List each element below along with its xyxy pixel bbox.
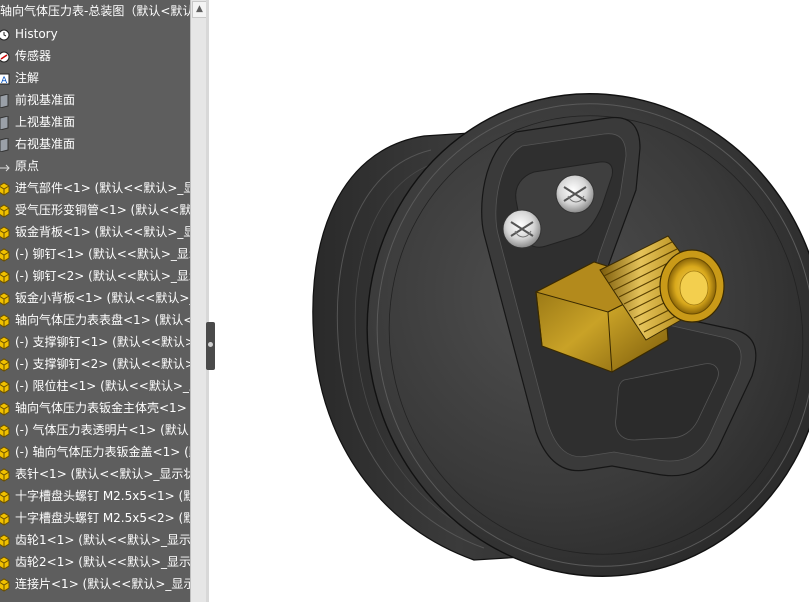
tree-item-label: (-) 轴向气体压力表钣金盖<1> (默 <box>15 445 190 459</box>
part-icon <box>0 313 10 328</box>
tree-item-label: 传感器 <box>15 49 52 63</box>
tree-item[interactable]: 原点 <box>0 155 190 177</box>
tree-item[interactable]: 十字槽盘头螺钉 M2.5x5<2> (默 <box>0 507 190 529</box>
screw-2 <box>502 209 542 249</box>
part-icon <box>0 225 10 240</box>
tree-item[interactable]: 十字槽盘头螺钉 M2.5x5<1> (默 <box>0 485 190 507</box>
part-icon <box>0 555 10 570</box>
tree-item-label: (-) 限位柱<1> (默认<<默认>_显 <box>15 379 190 393</box>
tree-scrollbar[interactable]: ▲ <box>190 0 207 602</box>
tree-item[interactable]: (-) 铆钉<1> (默认<<默认>_显示 <box>0 243 190 265</box>
tree-item-label: 前视基准面 <box>15 93 76 107</box>
tree-item[interactable]: (-) 轴向气体压力表钣金盖<1> (默 <box>0 441 190 463</box>
part-icon <box>0 181 10 196</box>
part-icon <box>0 489 10 504</box>
tree-item-label: (-) 铆钉<2> (默认<<默认>_显示 <box>15 269 190 283</box>
tree-item[interactable]: 齿轮1<1> (默认<<默认>_显示状 <box>0 529 190 551</box>
tree-item[interactable]: 钣金小背板<1> (默认<<默认>_ <box>0 287 190 309</box>
tree-item[interactable]: 进气部件<1> (默认<<默认>_显 <box>0 177 190 199</box>
tree-item-label: 受气压形变铜管<1> (默认<<默认 <box>15 203 190 217</box>
tree-item[interactable]: 受气压形变铜管<1> (默认<<默认 <box>0 199 190 221</box>
tree-item-label: 表针<1> (默认<<默认>_显示状 <box>15 467 190 481</box>
panel-splitter[interactable] <box>206 0 216 602</box>
tree-item-label: 右视基准面 <box>15 137 76 151</box>
tree-item-label: 连接片<1> (默认<<默认>_显示 <box>15 577 190 591</box>
part-icon <box>0 423 10 438</box>
part-icon <box>0 247 10 262</box>
scroll-up-button[interactable]: ▲ <box>192 1 207 18</box>
part-icon <box>0 269 10 284</box>
tree-item[interactable]: 齿轮2<1> (默认<<默认>_显示状 <box>0 551 190 573</box>
tree-item[interactable]: 前视基准面 <box>0 89 190 111</box>
tree-item[interactable]: 右视基准面 <box>0 133 190 155</box>
tree-item-label: 钣金背板<1> (默认<<默认>_显 <box>15 225 190 239</box>
part-icon <box>0 357 10 372</box>
tree-item-label: (-) 铆钉<1> (默认<<默认>_显示 <box>15 247 190 261</box>
part-icon <box>0 533 10 548</box>
svg-text:A: A <box>1 76 8 86</box>
splitter-grip-dot <box>208 342 213 347</box>
tree-item-label: 十字槽盘头螺钉 M2.5x5<2> (默 <box>15 511 190 525</box>
part-icon <box>0 401 10 416</box>
part-icon <box>0 467 10 482</box>
tree-item[interactable]: (-) 气体压力表透明片<1> (默认< <box>0 419 190 441</box>
plane-icon <box>0 137 10 153</box>
part-icon <box>0 379 10 394</box>
tree-item-label: (-) 支撑铆钉<2> (默认<<默认>_ <box>15 357 190 371</box>
tree-item[interactable]: History <box>0 23 190 45</box>
tree-item[interactable]: 连接片<1> (默认<<默认>_显示 <box>0 573 190 595</box>
gauge-model-view <box>312 93 809 577</box>
feature-tree-title[interactable]: 轴向气体压力表-总装图（默认<默认_ <box>0 0 190 22</box>
tree-item-label: History <box>15 27 58 41</box>
tree-item[interactable]: A 注解 <box>0 67 190 89</box>
feature-tree-panel: 轴向气体压力表-总装图（默认<默认_ History 传感器 A 注解前视基准面上视基… <box>0 0 190 602</box>
tree-item-label: 轴向气体压力表表盘<1> (默认< <box>15 313 190 327</box>
tree-item[interactable]: 钣金背板<1> (默认<<默认>_显 <box>0 221 190 243</box>
sensor-icon <box>0 49 10 63</box>
part-icon <box>0 577 10 592</box>
plane-icon <box>0 93 10 109</box>
tree-item[interactable]: 上视基准面 <box>0 111 190 133</box>
graphics-viewport[interactable] <box>216 0 809 602</box>
part-icon <box>0 511 10 526</box>
tree-item[interactable]: 轴向气体压力表表盘<1> (默认< <box>0 309 190 331</box>
tree-item-label: (-) 支撑铆钉<1> (默认<<默认>_ <box>15 335 190 349</box>
tree-item-label: 进气部件<1> (默认<<默认>_显 <box>15 181 190 195</box>
tree-item[interactable]: (-) 支撑铆钉<2> (默认<<默认>_ <box>0 353 190 375</box>
part-icon <box>0 203 10 218</box>
tree-item-label: (-) 气体压力表透明片<1> (默认< <box>15 423 190 437</box>
screw-1 <box>555 174 595 214</box>
tree-item[interactable]: 传感器 <box>0 45 190 67</box>
tree-item[interactable]: 表针<1> (默认<<默认>_显示状 <box>0 463 190 485</box>
part-icon <box>0 445 10 460</box>
annotation-icon: A <box>0 71 10 86</box>
tree-item-label: 齿轮1<1> (默认<<默认>_显示状 <box>15 533 190 547</box>
tree-item-label: 钣金小背板<1> (默认<<默认>_ <box>15 291 190 305</box>
part-icon <box>0 291 10 306</box>
tree-item-label: 上视基准面 <box>15 115 76 129</box>
tree-item[interactable]: 轴向气体压力表钣金主体壳<1> <box>0 397 190 419</box>
splitter-bar <box>206 0 209 602</box>
tree-item-label: 齿轮2<1> (默认<<默认>_显示状 <box>15 555 190 569</box>
plane-icon <box>0 115 10 131</box>
tree-item-label: 原点 <box>15 159 40 173</box>
tree-item[interactable]: (-) 铆钉<2> (默认<<默认>_显示 <box>0 265 190 287</box>
origin-icon <box>0 159 10 173</box>
history-icon <box>0 27 10 41</box>
tree-item[interactable]: (-) 限位柱<1> (默认<<默认>_显 <box>0 375 190 397</box>
tree-item[interactable]: (-) 支撑铆钉<1> (默认<<默认>_ <box>0 331 190 353</box>
tree-item-label: 注解 <box>15 71 40 85</box>
tree-item-label: 十字槽盘头螺钉 M2.5x5<1> (默 <box>15 489 190 503</box>
part-icon <box>0 335 10 350</box>
tree-item-label: 轴向气体压力表钣金主体壳<1> <box>15 401 187 415</box>
